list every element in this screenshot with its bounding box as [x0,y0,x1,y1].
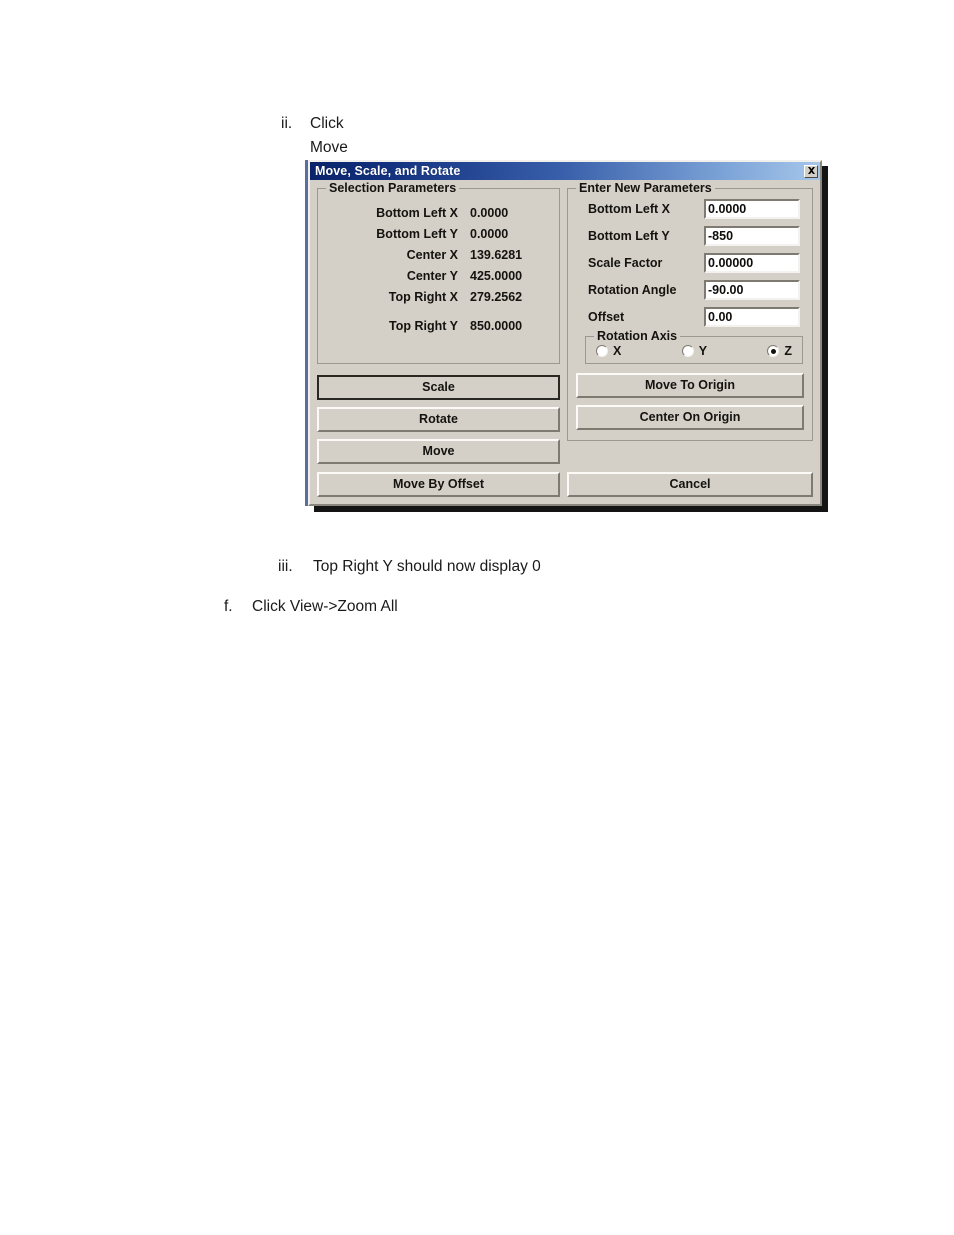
footer-right: Cancel [567,472,813,497]
selection-parameters-group: Selection Parameters Bottom Left X 0.000… [317,181,561,364]
rotation-axis-group: Rotation Axis X Y Z [585,329,804,364]
move-scale-rotate-dialog: Move, Scale, and Rotate Selection Parame… [305,160,822,506]
radio-icon-y[interactable] [681,345,694,357]
rotation-axis-label-y: Y [698,344,708,358]
table-row: Bottom Left X 0.0000 [326,203,551,224]
step-ii-line-2: Move [310,139,348,156]
move-by-offset-button[interactable]: Move By Offset [317,472,561,497]
move-button[interactable]: Move [317,439,561,464]
table-row: Center X 139.6281 [326,245,551,266]
rotation-axis-options: X Y Z [592,344,796,358]
selection-parameters-table: Bottom Left X 0.0000 Bottom Left Y 0.000… [326,203,551,337]
dialog-panes: Selection Parameters Bottom Left X 0.000… [317,181,813,464]
step-f-marker: f. [224,598,233,615]
readout-label-top-right-y: Top Right Y [389,319,458,333]
step-ii-marker: ii. [281,115,293,132]
rotation-angle-input[interactable] [704,280,801,300]
cancel-button[interactable]: Cancel [567,472,813,497]
readout-label-center-x: Center X [406,248,458,262]
radio-icon-z[interactable] [767,345,780,357]
readout-value-top-right-x: 279.2562 [470,290,523,304]
dialog-footer: Move By Offset Cancel [317,472,813,497]
dialog-body: Selection Parameters Bottom Left X 0.000… [310,180,820,504]
field-row-scale-factor: Scale Factor [576,253,804,273]
field-row-offset: Offset [576,307,804,327]
dialog-title: Move, Scale, and Rotate [315,164,461,178]
bottom-left-x-input[interactable] [704,199,801,219]
table-row: Top Right Y 850.0000 [326,308,551,337]
rotation-axis-option-z[interactable]: Z [767,344,792,358]
table-row: Top Right X 279.2562 [326,287,551,308]
table-row: Bottom Left Y 0.0000 [326,224,551,245]
label-scale-factor: Scale Factor [588,256,663,270]
readout-value-bottom-left-y: 0.0000 [470,227,509,241]
readout-label-top-right-x: Top Right X [388,290,458,304]
origin-action-buttons: Move To Origin Center On Origin [576,373,804,430]
readout-value-bottom-left-x: 0.0000 [470,206,509,220]
readout-label-bottom-left-y: Bottom Left Y [376,227,458,241]
rotation-axis-label-z: Z [784,344,792,358]
rotation-axis-option-x[interactable]: X [596,344,621,358]
rotation-axis-option-y[interactable]: Y [681,344,708,358]
table-row: Center Y 425.0000 [326,266,551,287]
field-row-bottom-left-y: Bottom Left Y [576,226,804,246]
rotation-axis-legend: Rotation Axis [594,329,681,343]
right-column: Enter New Parameters Bottom Left X Botto… [567,181,813,441]
offset-input[interactable] [704,307,801,327]
rotation-axis-label-x: X [613,344,622,358]
label-bottom-left-y: Bottom Left Y [588,229,670,243]
step-ii-line-1: Click [310,115,344,132]
readout-value-top-right-y: 850.0000 [470,319,523,333]
move-to-origin-button[interactable]: Move To Origin [576,373,804,398]
label-bottom-left-x: Bottom Left X [588,202,670,216]
readout-value-center-y: 425.0000 [470,269,523,283]
label-rotation-angle: Rotation Angle [588,283,677,297]
bottom-left-y-input[interactable] [704,226,801,246]
radio-icon-x[interactable] [596,345,609,357]
center-on-origin-button[interactable]: Center On Origin [576,405,804,430]
close-icon[interactable] [804,164,818,178]
step-iii-marker: iii. [278,558,293,575]
enter-new-parameters-group: Enter New Parameters Bottom Left X Botto… [567,181,813,441]
footer-left: Move By Offset [317,472,561,497]
selection-parameters-legend: Selection Parameters [326,181,460,195]
readout-label-bottom-left-x: Bottom Left X [376,206,458,220]
field-row-rotation-angle: Rotation Angle [576,280,804,300]
step-iii-text: Top Right Y should now display 0 [313,558,541,575]
dialog-titlebar[interactable]: Move, Scale, and Rotate [310,162,820,180]
rotate-button[interactable]: Rotate [317,407,561,432]
left-column: Selection Parameters Bottom Left X 0.000… [317,181,561,464]
scale-factor-input[interactable] [704,253,801,273]
readout-label-center-y: Center Y [406,269,458,283]
label-offset: Offset [588,310,625,324]
scale-button[interactable]: Scale [317,375,561,400]
enter-new-parameters-legend: Enter New Parameters [576,181,715,195]
left-action-buttons: Scale Rotate Move [317,375,561,464]
field-row-bottom-left-x: Bottom Left X [576,199,804,219]
step-f-text: Click View->Zoom All [252,598,398,615]
readout-value-center-x: 139.6281 [470,248,523,262]
